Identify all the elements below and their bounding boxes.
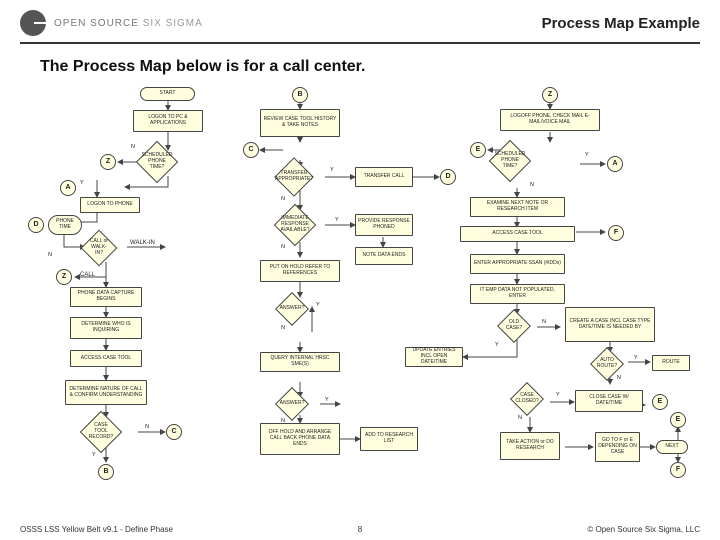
conn-f-bot: F (670, 462, 686, 478)
conn-c-top: C (243, 142, 259, 158)
put-on-hold: PUT ON HOLD REFER TO REFERENCES (260, 260, 340, 282)
lbl-n6: N (281, 325, 285, 331)
determine-nature: DETERMINE NATURE OF CALL & CONFIRM UNDER… (65, 380, 147, 405)
conn-d-mid: D (440, 169, 456, 185)
lbl-n7: N (542, 319, 546, 325)
conn-e-top: E (470, 142, 486, 158)
lbl-y2: Y (585, 152, 589, 158)
arrow-layer (20, 82, 700, 482)
query-sme: QUERY INTERNAL HRSC SME(S) (260, 352, 340, 372)
decision-answer2: ANSWER? (280, 392, 304, 416)
transfer-call: TRANSFER CALL (355, 167, 413, 187)
lbl-n: N (131, 144, 135, 150)
determine-who: DETERMINE WHO IS INQUIRING (70, 317, 142, 339)
phone-time: PHONE TIME (48, 215, 82, 235)
take-action: TAKE ACTION or DO RESEARCH (500, 432, 560, 460)
update-entries: UPDATE ENTRIES INCL OPEN DATE/TIME (405, 347, 463, 367)
lbl-y6: Y (495, 342, 499, 348)
logoff-phone: LOGOFF PHONE, CHECK MAIL E-MAIL/VOICE MA… (500, 109, 600, 131)
conn-z-left: Z (100, 154, 116, 170)
decision-immediate: IMMEDIATE RESPONSE AVAILABLE? (280, 210, 310, 240)
flowchart: START B Z LOGON TO PC & APPLICATIONS REV… (20, 82, 700, 482)
header-divider (20, 42, 700, 44)
enter-ssan: ENTER APPROPRIATE SSAN (#IDDs) (470, 254, 565, 274)
lbl-y5: Y (316, 302, 320, 308)
conn-d-left: D (28, 217, 44, 233)
decision-sched1: SCHEDULED PHONE TIME? (142, 147, 172, 177)
decision-case-closed: CASE CLOSED? (515, 387, 539, 411)
header: OPEN SOURCE SIX SIGMA Process Map Exampl… (0, 0, 720, 42)
lbl-n10: N (518, 415, 522, 421)
decision-oldcase: OLD CASE? (502, 314, 526, 338)
subtitle: The Process Map below is for a call cent… (40, 58, 720, 76)
lbl-n2: N (530, 182, 534, 188)
lbl-n5: N (281, 244, 285, 250)
footer-right: © Open Source Six Sigma, LLC (587, 525, 700, 534)
page-title: Process Map Example (542, 15, 700, 32)
access-tool-1: ACCESS CASE TOOL (70, 350, 142, 367)
off-hold: OFF HOLD AND ARRANGE CALL BACK PHONE DAT… (260, 423, 340, 455)
brand-b: SIX SIGMA (143, 18, 203, 29)
emp-data-pop: IT EMP DATA NOT POPULATED, ENTER (470, 284, 565, 304)
lbl-y9: Y (556, 392, 560, 398)
logon-pc: LOGON TO PC & APPLICATIONS (133, 110, 203, 132)
decision-autoroute: AUTO ROUTE? (595, 352, 619, 376)
conn-a-right: A (607, 156, 623, 172)
conn-e-right: E (652, 394, 668, 410)
review-case: REVIEW CASE TOOL HISTORY & TAKE NOTES (260, 109, 340, 137)
decision-answer1: ANSWER? (280, 297, 304, 321)
brand-block: OPEN SOURCE SIX SIGMA (20, 10, 203, 36)
decision-transfer: TRANSFER APPROPRIATE? (280, 163, 308, 191)
footer-page: 8 (358, 525, 362, 534)
lbl-n4: N (48, 252, 52, 258)
conn-f-right: F (608, 225, 624, 241)
conn-b-bot: B (98, 464, 114, 480)
close-case: CLOSE CASE W/ DATE/TIME (575, 390, 643, 412)
lbl-y4: Y (335, 217, 339, 223)
create-case: CREATE A CASE INCL CASE TYPE DATE/TIME I… (565, 307, 655, 342)
examine-note: EXAMINE NEXT NOTE OR RESEARCH ITEM (470, 197, 565, 217)
conn-c-bot: C (166, 424, 182, 440)
access-tool-2: ACCESS CASE TOOL (460, 226, 575, 242)
walk-in-label: WALK-IN (130, 240, 155, 246)
add-research: ADD TO RESEARCH LIST (360, 427, 418, 451)
brand-text: OPEN SOURCE SIX SIGMA (54, 18, 203, 29)
decision-sched2: SCHEDULED PHONE TIME? (495, 146, 525, 176)
conn-b-top: B (292, 87, 308, 103)
decision-call-walkin: CALL or WALK-IN? (86, 235, 112, 261)
lbl-y7: Y (634, 355, 638, 361)
lbl-n11: N (145, 424, 149, 430)
route: ROUTE (652, 355, 690, 371)
lbl-n3: N (281, 196, 285, 202)
conn-e-bot: E (670, 412, 686, 428)
phone-data-capture: PHONE DATA CAPTURE BEGINS (70, 287, 142, 307)
lbl-y8: Y (325, 397, 329, 403)
lbl-y3: Y (80, 180, 84, 186)
goto-fe: GO TO F or E DEPENDING ON CASE (595, 432, 640, 462)
next-terminator: NEXT (656, 440, 688, 454)
footer: OSSS LSS Yellow Belt v9.1 - Define Phase… (0, 525, 720, 534)
lbl-y10: Y (92, 452, 96, 458)
call-label: CALL (80, 272, 95, 278)
provide-response: PROVIDE RESPONSE PHONED (355, 214, 413, 236)
decision-case-record: CASE TOOL RECORD? (86, 417, 116, 447)
brand-a: OPEN SOURCE (54, 18, 139, 29)
lbl-n8: N (617, 375, 621, 381)
note-data-ends: NOTE DATA ENDS (355, 247, 413, 265)
footer-left: OSSS LSS Yellow Belt v9.1 - Define Phase (20, 525, 173, 534)
brand-logo-icon (20, 10, 46, 36)
conn-z-top: Z (542, 87, 558, 103)
conn-z-lower: Z (56, 269, 72, 285)
lbl-y: Y (330, 167, 334, 173)
conn-a-left: A (60, 180, 76, 196)
logon-phone: LOGON TO PHONE (80, 197, 140, 213)
start-terminator: START (140, 87, 195, 101)
